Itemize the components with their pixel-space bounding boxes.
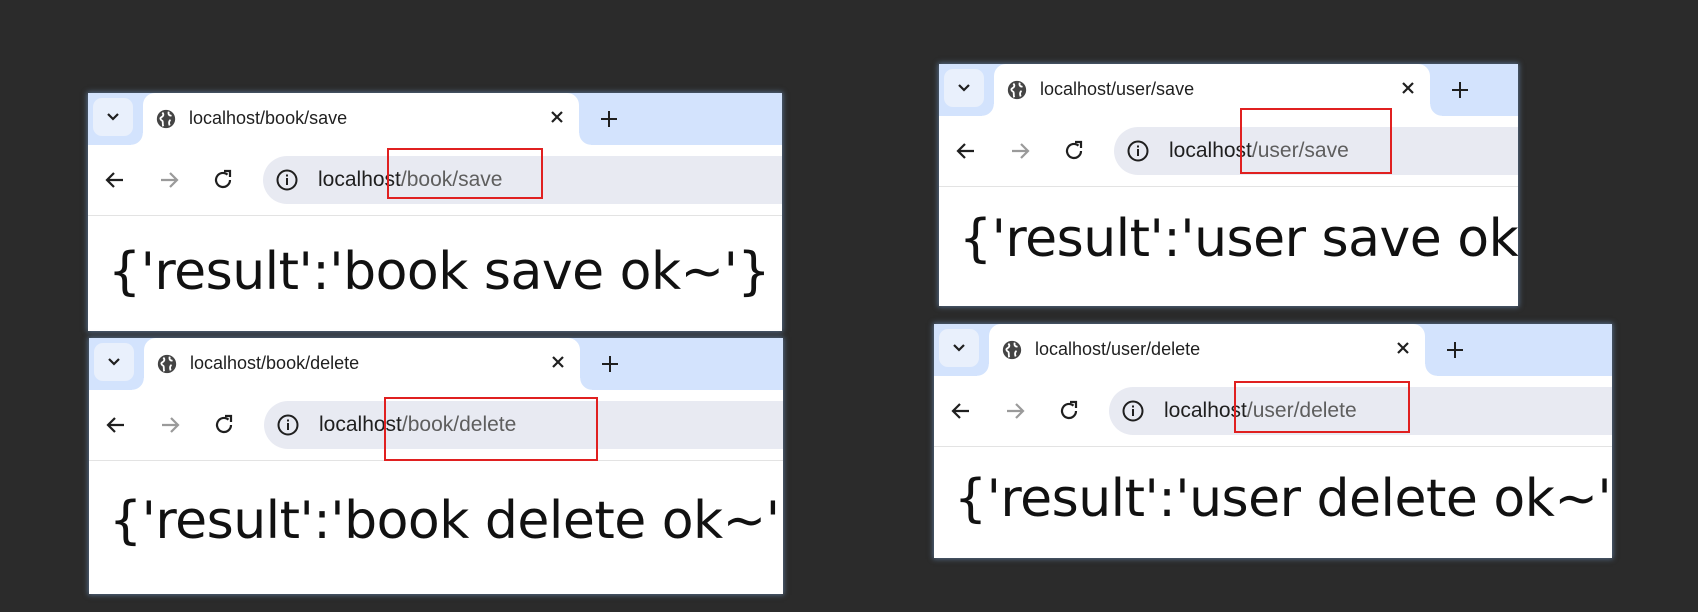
- url-path: /user/delete: [1246, 399, 1357, 422]
- plus-icon[interactable]: [598, 108, 620, 130]
- globe-icon: [156, 109, 176, 129]
- tab-strip: localhost/book/save: [88, 93, 782, 145]
- back-arrow-icon[interactable]: [954, 139, 978, 163]
- globe-icon: [1002, 340, 1022, 360]
- tab-search-button[interactable]: [939, 329, 979, 367]
- tab-strip: localhost/user/save: [939, 64, 1518, 116]
- tab-strip: localhost/user/delete: [934, 324, 1612, 376]
- plus-icon[interactable]: [599, 353, 621, 375]
- tab-strip: localhost/book/delete: [89, 338, 783, 390]
- response-text: {'result':'user delete ok~'}: [954, 469, 1612, 529]
- tab-title: localhost/user/delete: [1035, 339, 1201, 359]
- chevron-down-icon: [108, 358, 120, 366]
- back-arrow-icon[interactable]: [104, 413, 128, 437]
- reload-icon[interactable]: [212, 413, 236, 437]
- url-path: /user/save: [1251, 139, 1349, 162]
- url-text: localhost/user/save: [1169, 139, 1349, 163]
- browser-window-book-delete: localhost/book/delete localhost/book/del…: [89, 338, 783, 594]
- url-host: localhost: [1164, 399, 1247, 422]
- tab-search-button[interactable]: [94, 343, 134, 381]
- tab-title: localhost/user/save: [1040, 79, 1195, 99]
- info-icon[interactable]: [1121, 399, 1145, 423]
- active-tab[interactable]: localhost/book/save: [131, 93, 591, 145]
- chevron-down-icon: [953, 344, 965, 352]
- globe-icon: [157, 354, 177, 374]
- active-tab[interactable]: localhost/user/save: [982, 64, 1442, 116]
- active-tab[interactable]: localhost/book/delete: [132, 338, 592, 390]
- plus-icon[interactable]: [1449, 79, 1471, 101]
- url-text: localhost/user/delete: [1164, 399, 1357, 423]
- close-icon[interactable]: [1400, 80, 1416, 96]
- globe-icon: [1007, 80, 1027, 100]
- forward-arrow-icon[interactable]: [157, 168, 181, 192]
- url-path: /book/delete: [401, 413, 517, 436]
- response-text: {'result':'book save ok~'}: [108, 242, 771, 302]
- back-arrow-icon[interactable]: [103, 168, 127, 192]
- url-host: localhost: [1169, 139, 1252, 162]
- address-bar[interactable]: localhost/user/delete: [1109, 387, 1612, 435]
- browser-window-book-save: localhost/book/save localhost/book/save …: [88, 93, 782, 331]
- address-bar[interactable]: localhost/user/save: [1114, 127, 1518, 175]
- reload-icon[interactable]: [1057, 399, 1081, 423]
- tab-title: localhost/book/delete: [190, 353, 360, 373]
- info-icon[interactable]: [275, 168, 299, 192]
- response-text: {'result':'book delete ok~'}: [109, 491, 783, 551]
- active-tab[interactable]: localhost/user/delete: [977, 324, 1437, 376]
- reload-icon[interactable]: [1062, 139, 1086, 163]
- chevron-down-icon: [958, 84, 970, 92]
- address-bar[interactable]: localhost/book/delete: [264, 401, 783, 449]
- browser-window-user-save: localhost/user/save localhost/user/save …: [939, 64, 1518, 306]
- plus-icon[interactable]: [1444, 339, 1466, 361]
- tab-search-button[interactable]: [944, 69, 984, 107]
- browser-window-user-delete: localhost/user/delete localhost/user/del…: [934, 324, 1612, 558]
- chevron-down-icon: [107, 113, 119, 121]
- toolbar: localhost/book/delete: [89, 390, 783, 461]
- close-icon[interactable]: [549, 109, 565, 125]
- url-host: localhost: [319, 413, 402, 436]
- forward-arrow-icon[interactable]: [1003, 399, 1027, 423]
- url-host: localhost: [318, 168, 401, 191]
- tab-title: localhost/book/save: [189, 108, 348, 128]
- close-icon[interactable]: [1395, 340, 1411, 356]
- info-icon[interactable]: [276, 413, 300, 437]
- forward-arrow-icon[interactable]: [1008, 139, 1032, 163]
- back-arrow-icon[interactable]: [949, 399, 973, 423]
- reload-icon[interactable]: [211, 168, 235, 192]
- tab-search-button[interactable]: [93, 98, 133, 136]
- close-icon[interactable]: [550, 354, 566, 370]
- toolbar: localhost/user/save: [939, 108, 1518, 187]
- toolbar: localhost/book/save: [88, 145, 782, 216]
- info-icon[interactable]: [1126, 139, 1150, 163]
- forward-arrow-icon[interactable]: [158, 413, 182, 437]
- url-text: localhost/book/delete: [319, 413, 516, 437]
- address-bar[interactable]: localhost/book/save: [263, 156, 782, 204]
- response-text: {'result':'user save ok~'}: [959, 209, 1518, 269]
- toolbar: localhost/user/delete: [934, 376, 1612, 447]
- url-path: /book/save: [400, 168, 503, 191]
- url-text: localhost/book/save: [318, 168, 502, 192]
